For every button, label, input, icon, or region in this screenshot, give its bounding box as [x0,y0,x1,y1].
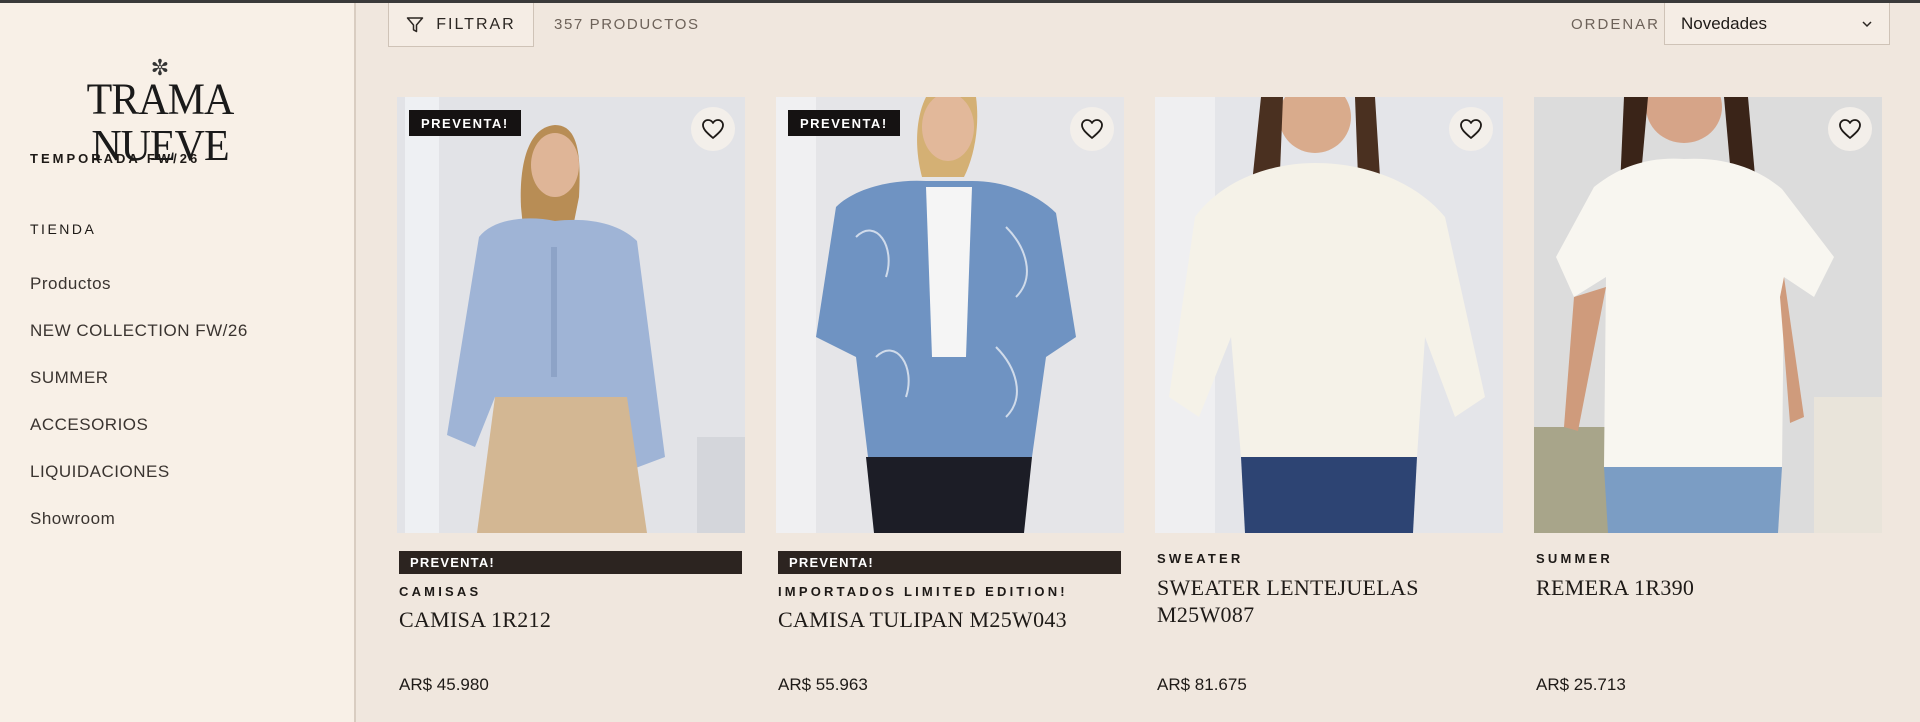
sidebar-item-new-collection[interactable]: NEW COLLECTION FW/26 [30,318,248,365]
preventa-badge: PREVENTA! [409,110,521,136]
preventa-strip: PREVENTA! [399,551,742,574]
heart-icon [1460,119,1482,139]
product-title[interactable]: REMERA 1R390 [1536,574,1882,601]
product-price: AR$ 81.675 [1157,675,1247,694]
product-photo [776,97,1124,533]
catalog-toolbar: FILTRAR 357 PRODUCTOS ORDENAR Novedades [356,3,1920,49]
chevron-down-icon [1862,20,1872,27]
sidebar-item-accesorios[interactable]: ACCESORIOS [30,412,248,459]
heart-icon [1839,119,1861,139]
product-image[interactable] [1534,97,1882,533]
filter-funnel-icon [407,16,424,32]
product-card[interactable]: SWEATER SWEATER LENTEJUELAS M25W087 AR$ … [1155,97,1503,694]
preventa-strip: PREVENTA! [778,551,1121,574]
product-image[interactable]: PREVENTA! [776,97,1124,533]
product-card[interactable]: PREVENTA! PREVENTA! IMPORTADOS LIMITED E… [776,97,1124,694]
filter-label: FILTRAR [436,15,516,33]
product-category: SWEATER [1157,551,1244,566]
product-price: AR$ 55.963 [778,675,868,694]
product-category: IMPORTADOS LIMITED EDITION! [778,584,1068,599]
product-title[interactable]: SWEATER LENTEJUELAS M25W087 [1157,574,1503,628]
nav-heading-tienda: TIENDA [30,221,97,237]
product-title[interactable]: CAMISA 1R212 [399,606,745,633]
season-label: TEMPORADA FW/26 [30,151,201,166]
product-card[interactable]: SUMMER REMERA 1R390 AR$ 25.713 [1534,97,1882,694]
product-title[interactable]: CAMISA TULIPAN M25W043 [778,606,1124,633]
favorite-button[interactable] [1828,107,1872,151]
sidebar-item-summer[interactable]: SUMMER [30,365,248,412]
product-category: SUMMER [1536,551,1613,566]
favorite-button[interactable] [1070,107,1114,151]
sidebar-item-productos[interactable]: Productos [30,271,248,318]
product-image[interactable] [1155,97,1503,533]
filter-button[interactable]: FILTRAR [388,3,534,47]
favorite-button[interactable] [1449,107,1493,151]
product-photo [1534,97,1882,533]
product-photo [1155,97,1503,533]
sidebar-item-showroom[interactable]: Showroom [30,506,248,553]
preventa-badge: PREVENTA! [788,110,900,136]
product-price: AR$ 25.713 [1536,675,1626,694]
product-image[interactable]: PREVENTA! [397,97,745,533]
product-count: 357 PRODUCTOS [554,16,700,33]
product-price: AR$ 45.980 [399,675,489,694]
product-photo [397,97,745,533]
product-category: CAMISAS [399,584,482,599]
heart-icon [1081,119,1103,139]
favorite-button[interactable] [691,107,735,151]
sort-select[interactable]: Novedades [1664,3,1890,45]
heart-icon [702,119,724,139]
sidebar-nav: Productos NEW COLLECTION FW/26 SUMMER AC… [30,271,248,553]
sort-value: Novedades [1681,13,1768,33]
sidebar-item-liquidaciones[interactable]: LIQUIDACIONES [30,459,248,506]
sort-label: ORDENAR [1571,16,1661,33]
product-card[interactable]: PREVENTA! PREVENTA! CAMISAS CAMISA 1R212… [397,97,745,694]
sidebar: ✼ TRAMA NUEVE TEMPORADA FW/26 TIENDA Pro… [0,3,356,722]
